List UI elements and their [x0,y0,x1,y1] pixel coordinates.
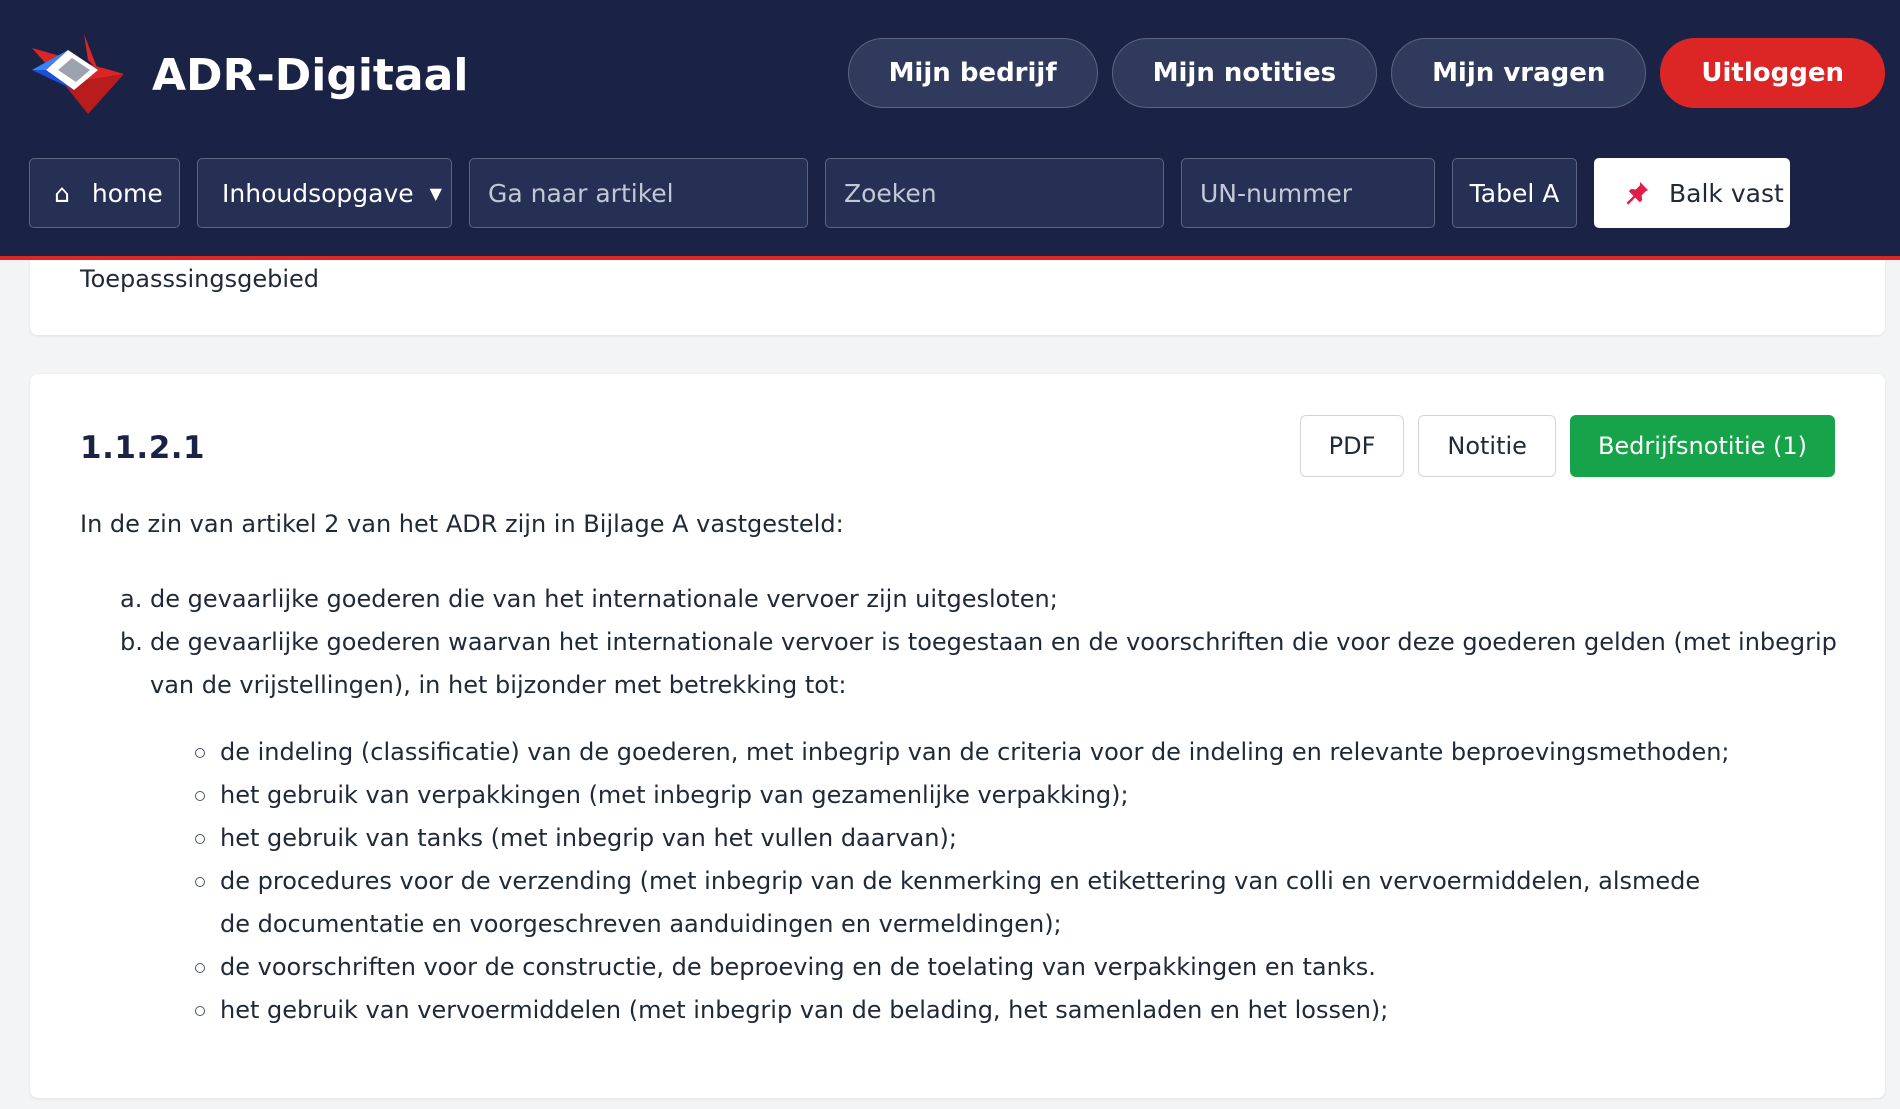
circle-bullet-icon [195,748,205,758]
list-item-text: de gevaarlijke goederen waarvan het inte… [150,628,1837,699]
top-nav: Mijn bedrijf Mijn notities Mijn vragen U… [847,38,1885,108]
article-input[interactable] [469,158,808,228]
table-a-button[interactable]: Tabel A [1452,158,1577,228]
pin-bar-button[interactable]: Balk vast [1594,158,1790,228]
sub-list-item-text: het gebruik van tanks (met inbegrip van … [220,824,957,852]
sub-list-item-text: het gebruik van verpakkingen (met inbegr… [220,781,1129,809]
pin-bar-label: Balk vast [1669,178,1784,208]
toc-dropdown[interactable]: Inhoudsopgave ▼ [197,158,452,228]
sub-list-item: het gebruik van vervoermiddelen (met inb… [195,989,1860,1032]
home-icon: ⌂ [54,178,70,208]
caret-down-icon: ▼ [429,183,442,203]
sub-list-item: de indeling (classificatie) van de goede… [195,731,1860,774]
sub-list-item: de procedures voor de verzending (met in… [195,860,1860,946]
article-intro: In de zin van artikel 2 van het ADR zijn… [80,510,844,538]
previous-section-title: Toepasssingsgebied [80,265,320,293]
list-marker: a. [120,585,143,613]
sub-list-item-text: de indeling (classificatie) van de goede… [220,738,1730,766]
list-item: a. de gevaarlijke goederen die van het i… [120,578,1860,621]
sub-list-item: de voorschriften voor de constructie, de… [195,946,1860,989]
toolbar: ⌂ home Inhoudsopgave ▼ Tabel A Balk vast [29,158,1790,228]
logout-button[interactable]: Uitloggen [1660,38,1885,108]
sub-list-item: het gebruik van tanks (met inbegrip van … [195,817,1860,860]
list-item: b. de gevaarlijke goederen waarvan het i… [120,621,1860,1032]
pushpin-icon [1626,181,1649,205]
circle-bullet-icon [195,834,205,844]
company-note-button[interactable]: Bedrijfsnotitie (1) [1569,415,1835,477]
my-company-button[interactable]: Mijn bedrijf [847,38,1098,108]
my-questions-button[interactable]: Mijn vragen [1391,38,1647,108]
note-button[interactable]: Notitie [1418,415,1556,477]
sub-list-item: het gebruik van verpakkingen (met inbegr… [195,774,1860,817]
circle-bullet-icon [195,877,205,887]
article-actions: PDF Notitie Bedrijfsnotitie (1) [1299,415,1835,477]
toc-label: Inhoudsopgave [222,178,414,208]
un-number-input[interactable] [1181,158,1435,228]
pdf-button[interactable]: PDF [1299,415,1405,477]
article-card: 1.1.2.1 PDF Notitie Bedrijfsnotitie (1) … [30,374,1885,1098]
sub-list-item-text: het gebruik van vervoermiddelen (met inb… [220,996,1389,1024]
circle-bullet-icon [195,1006,205,1016]
brand-title[interactable]: ADR-Digitaal [152,50,468,101]
app-header: ADR-Digitaal Mijn bedrijf Mijn notities … [0,0,1900,260]
list-marker: b. [120,628,143,656]
sub-list-item-text: de procedures voor de verzending (met in… [220,867,1701,938]
article-list: a. de gevaarlijke goederen die van het i… [120,578,1860,1032]
circle-bullet-icon [195,963,205,973]
sub-list: de indeling (classificatie) van de goede… [150,731,1860,1032]
my-notes-button[interactable]: Mijn notities [1111,38,1378,108]
sub-list-item-text: de voorschriften voor de constructie, de… [220,953,1376,981]
home-button[interactable]: ⌂ home [29,158,180,228]
search-input[interactable] [825,158,1164,228]
home-label: home [91,178,163,208]
list-item-text: de gevaarlijke goederen die van het inte… [150,585,1058,613]
adr-logo-icon[interactable] [28,30,132,114]
article-number: 1.1.2.1 [80,430,206,466]
circle-bullet-icon [195,791,205,801]
